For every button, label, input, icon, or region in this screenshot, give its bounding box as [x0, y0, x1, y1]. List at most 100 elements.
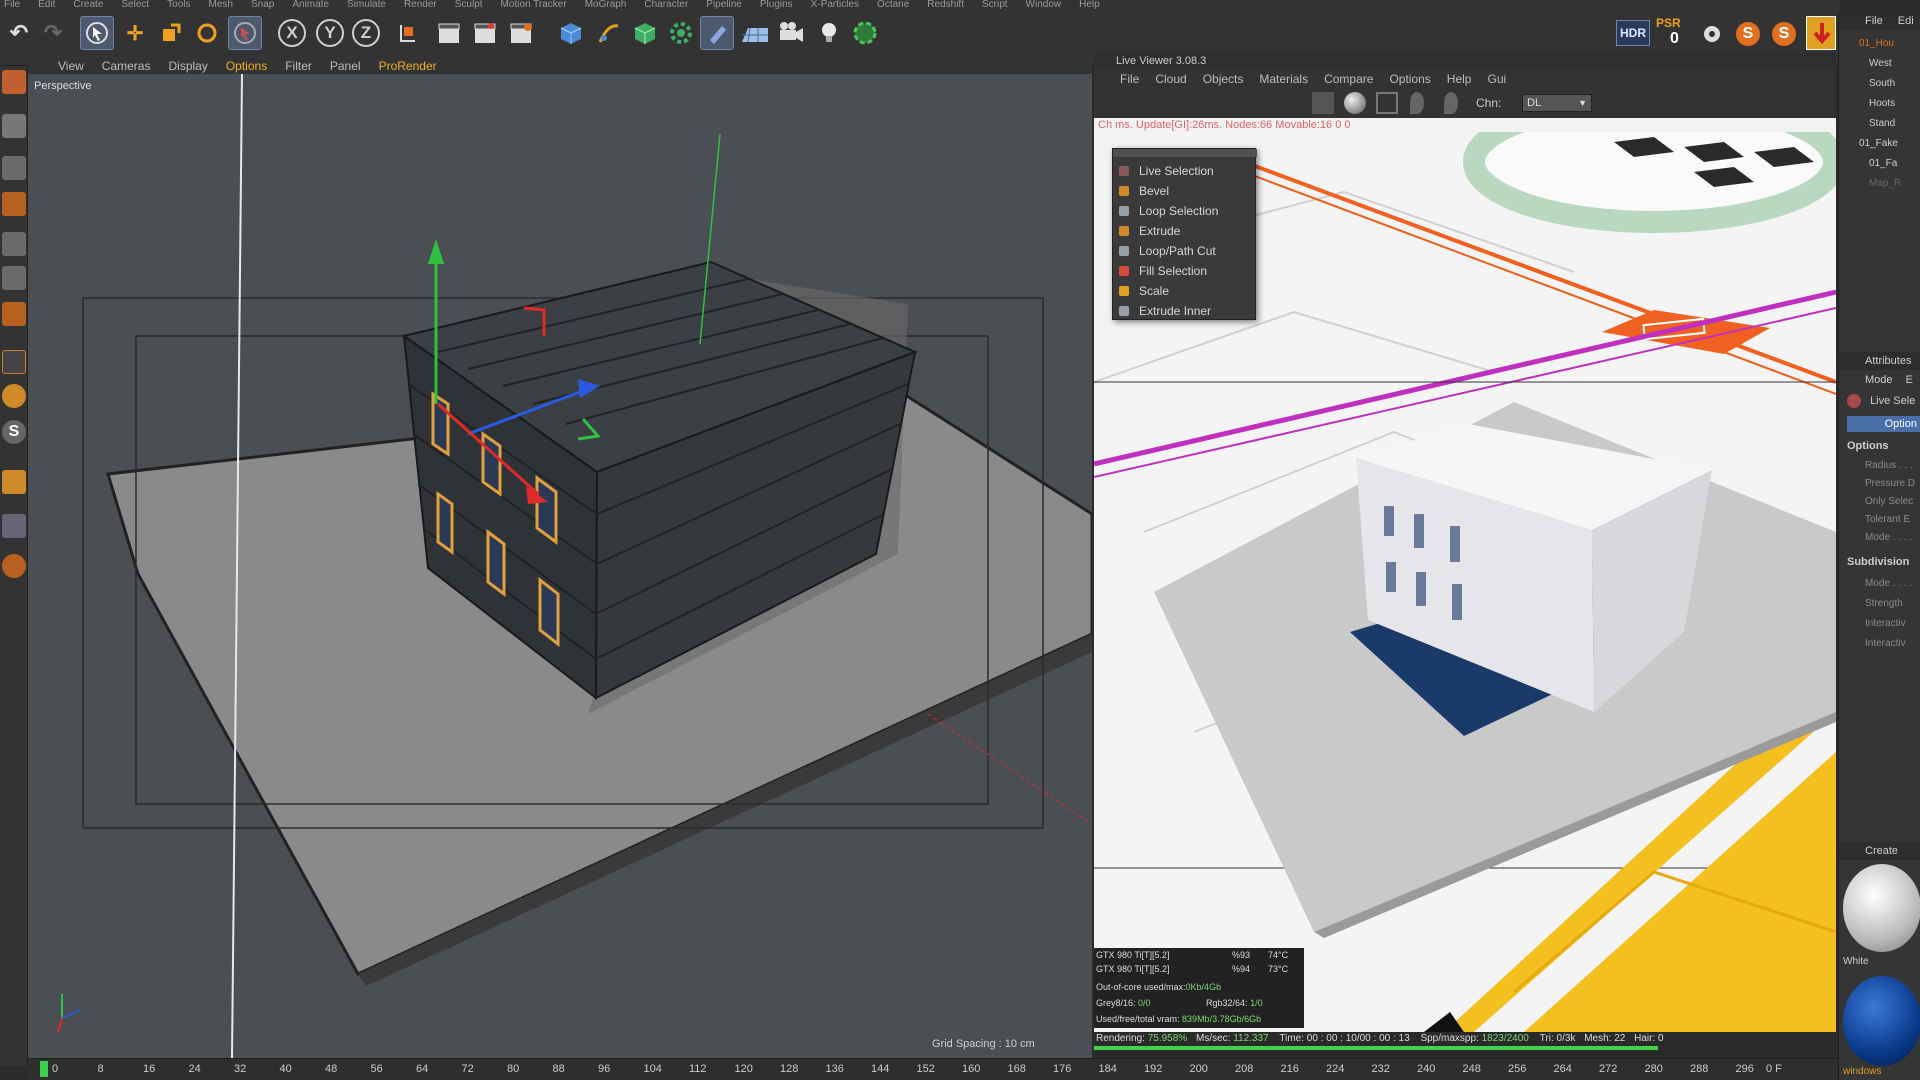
tree-item[interactable]: 01_Hou	[1859, 38, 1894, 49]
menu-item-extrude[interactable]: Extrude	[1113, 221, 1255, 241]
menu-create[interactable]: Create	[73, 0, 103, 10]
y-axis-lock-button[interactable]: Y	[316, 19, 344, 47]
menu-item-bevel[interactable]: Bevel	[1113, 181, 1255, 201]
redo-icon[interactable]: ↷	[36, 16, 70, 50]
lv-menu-cloud[interactable]: Cloud	[1155, 72, 1186, 86]
floor-button[interactable]	[738, 16, 772, 50]
menu-item-loop-path-cut[interactable]: Loop/Path Cut	[1113, 241, 1255, 261]
material-manager-header[interactable]: Create	[1839, 842, 1920, 860]
viewport-menu-panel[interactable]: Panel	[330, 59, 361, 73]
make-editable-icon[interactable]	[2, 70, 26, 94]
cube-button[interactable]	[554, 16, 588, 50]
viewport-menu-cameras[interactable]: Cameras	[102, 59, 151, 73]
lv-menu-objects[interactable]: Objects	[1203, 72, 1244, 86]
viewport-menu-prorender[interactable]: ProRender	[379, 59, 437, 73]
material-windows-swatch[interactable]	[1843, 976, 1920, 1066]
render-to-picture-viewer-button[interactable]	[468, 16, 502, 50]
model-mode-icon[interactable]	[2, 114, 26, 138]
material-ball-icon[interactable]	[1344, 92, 1366, 114]
subdivision-interactive[interactable]: Interactiv	[1865, 618, 1906, 629]
lock-icon[interactable]	[1312, 92, 1334, 114]
om-menu-file[interactable]: File	[1865, 15, 1883, 27]
menu-redshift[interactable]: Redshift	[927, 0, 964, 10]
perspective-viewport[interactable]: View Cameras Display Options Filter Pane…	[28, 58, 1092, 1058]
viewport-menu-view[interactable]: View	[58, 59, 84, 73]
move-tool-button[interactable]: ✛	[118, 16, 152, 50]
om-menu-edit[interactable]: Edi	[1898, 15, 1914, 27]
s-plugin-2-icon[interactable]: S	[1772, 22, 1796, 46]
subdivision-mode[interactable]: Mode . . . .	[1865, 578, 1912, 589]
s-plugin-icon[interactable]: S	[1736, 22, 1760, 46]
lv-menu-gui[interactable]: Gui	[1487, 72, 1506, 86]
playhead-marker[interactable]	[40, 1061, 48, 1077]
edges-mode-icon[interactable]	[2, 266, 26, 290]
tree-item[interactable]: West	[1869, 58, 1892, 69]
option-mode[interactable]: Mode . . . .	[1865, 532, 1912, 543]
environment-button[interactable]	[848, 16, 882, 50]
mode-menu-mode[interactable]: Mode	[1865, 374, 1893, 386]
timeline[interactable]: 0 8 16 24 32 40 48 56 64 72 80 88 96 104 112 120 128 136 1…	[28, 1058, 1840, 1080]
settings-gear-icon[interactable]	[1698, 20, 1726, 48]
coordinate-system-button[interactable]	[390, 16, 424, 50]
lv-menu-file[interactable]: File	[1120, 72, 1139, 86]
menu-item-loop-selection[interactable]: Loop Selection	[1113, 201, 1255, 221]
points-mode-icon[interactable]	[2, 232, 26, 256]
menu-item-live-selection[interactable]: Live Selection	[1113, 161, 1255, 181]
pick-focus-icon[interactable]	[1410, 92, 1424, 114]
tree-item[interactable]: 01_Fa	[1869, 158, 1897, 169]
axis-mode-icon[interactable]	[2, 350, 26, 374]
hdr-badge[interactable]: HDR	[1616, 20, 1650, 46]
camera-button[interactable]	[774, 16, 808, 50]
lv-menu-compare[interactable]: Compare	[1324, 72, 1373, 86]
scale-tool-button[interactable]	[154, 16, 188, 50]
render-view-button[interactable]	[432, 16, 466, 50]
tree-item[interactable]: 01_Fake	[1859, 138, 1898, 149]
material-white-swatch[interactable]	[1843, 864, 1920, 952]
tree-item[interactable]: South	[1869, 78, 1895, 89]
grid-snap-icon[interactable]	[2, 514, 26, 538]
solo-icon[interactable]	[2, 554, 26, 578]
menu-render[interactable]: Render	[404, 0, 437, 10]
menu-character[interactable]: Character	[644, 0, 688, 10]
x-axis-lock-button[interactable]: X	[278, 19, 306, 47]
select-tool-button[interactable]	[80, 16, 114, 50]
tree-item[interactable]: Hoots	[1869, 98, 1895, 109]
menu-pipeline[interactable]: Pipeline	[706, 0, 742, 10]
channel-select[interactable]: DL ▼	[1522, 94, 1592, 112]
light-button[interactable]	[812, 16, 846, 50]
snap-icon[interactable]: S	[2, 420, 26, 444]
lv-menu-options[interactable]: Options	[1389, 72, 1430, 86]
z-axis-lock-button[interactable]: Z	[352, 19, 380, 47]
subdivision-surface-button[interactable]	[628, 16, 662, 50]
download-arrow-icon[interactable]	[1806, 16, 1836, 50]
menu-simulate[interactable]: Simulate	[347, 0, 386, 10]
option-radius[interactable]: Radius . . .	[1865, 460, 1913, 471]
menu-file[interactable]: File	[4, 0, 20, 10]
menu-item-extrude-inner[interactable]: Extrude Inner	[1113, 301, 1255, 321]
menu-edit[interactable]: Edit	[38, 0, 55, 10]
option-only-select-visible[interactable]: Only Selec	[1865, 496, 1913, 507]
live-selection-tool-button[interactable]	[228, 16, 262, 50]
render-settings-button[interactable]	[504, 16, 538, 50]
lv-menu-materials[interactable]: Materials	[1259, 72, 1308, 86]
menu-animate[interactable]: Animate	[292, 0, 329, 10]
menu-window[interactable]: Window	[1026, 0, 1062, 10]
menu-motion-tracker[interactable]: Motion Tracker	[501, 0, 567, 10]
menu-tools[interactable]: Tools	[167, 0, 190, 10]
menu-mograph[interactable]: MoGraph	[585, 0, 627, 10]
viewport-menu-filter[interactable]: Filter	[285, 59, 312, 73]
mode-menu-edit[interactable]: E	[1906, 374, 1913, 386]
subdivision-strength[interactable]: Strength	[1865, 598, 1903, 609]
menu-plugins[interactable]: Plugins	[760, 0, 793, 10]
viewport-menu-options[interactable]: Options	[226, 59, 267, 73]
workplane-icon[interactable]	[2, 192, 26, 216]
viewport-menu-display[interactable]: Display	[168, 59, 207, 73]
lv-menu-help[interactable]: Help	[1447, 72, 1472, 86]
menu-octane[interactable]: Octane	[877, 0, 909, 10]
menu-item-scale[interactable]: Scale	[1113, 281, 1255, 301]
menu-snap[interactable]: Snap	[251, 0, 274, 10]
tree-item[interactable]: Stand	[1869, 118, 1895, 129]
polygons-mode-icon[interactable]	[2, 302, 26, 326]
pen-spline-button[interactable]	[592, 16, 626, 50]
menu-help[interactable]: Help	[1079, 0, 1100, 10]
